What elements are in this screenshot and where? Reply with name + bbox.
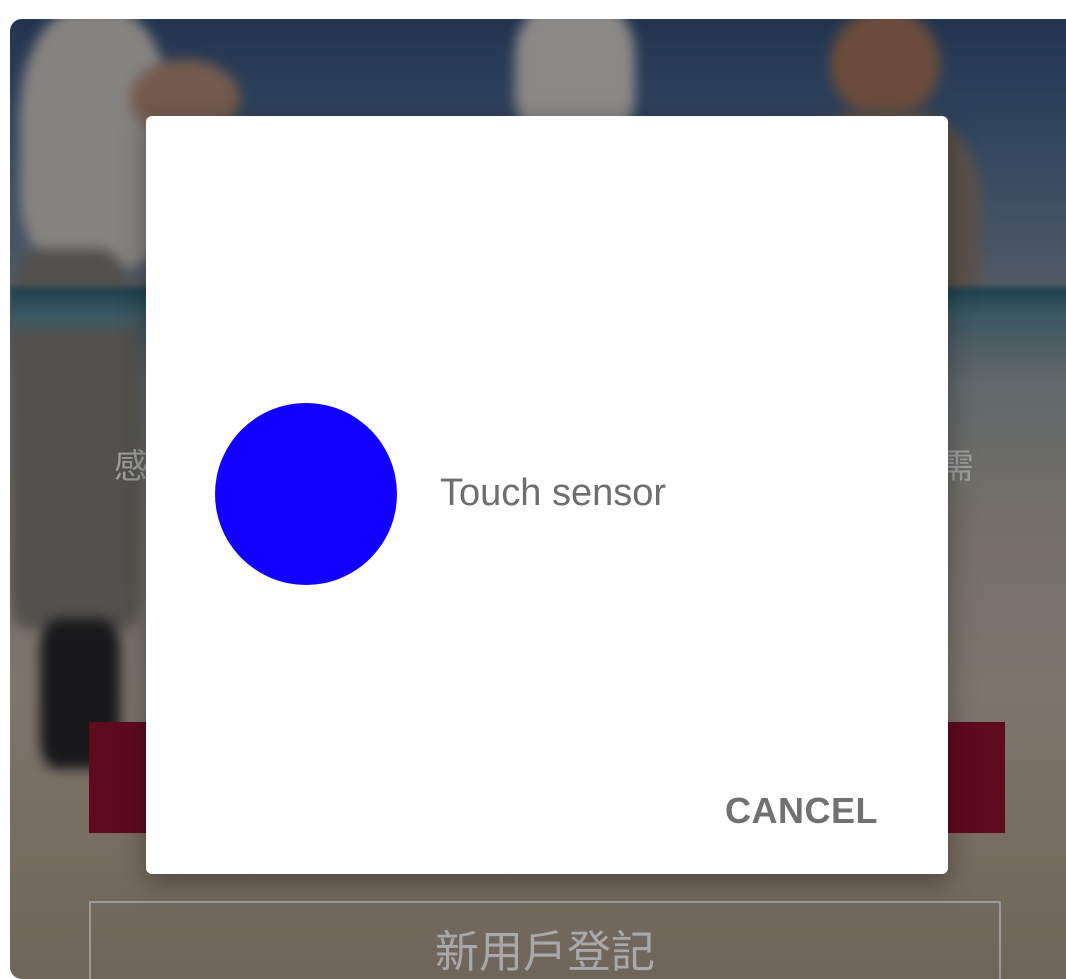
cancel-button[interactable]: CANCEL (721, 784, 882, 838)
background-register-button: 新用戶登記 (89, 901, 1001, 979)
background-text-left: 感 (114, 447, 148, 487)
touch-sensor-dialog: Touch sensor CANCEL (146, 116, 948, 874)
touch-sensor-circle-icon (215, 403, 397, 585)
dialog-message: Touch sensor (440, 472, 667, 514)
